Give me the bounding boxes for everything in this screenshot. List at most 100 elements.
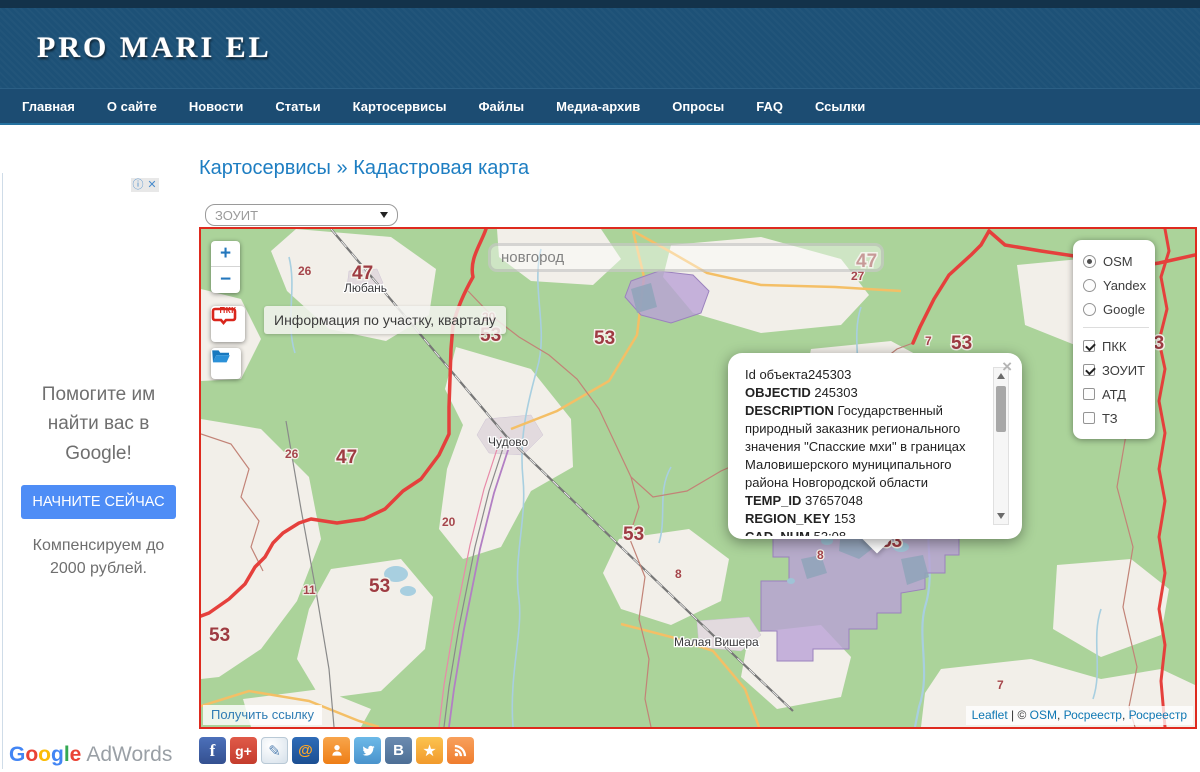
nav-item-links[interactable]: Ссылки bbox=[799, 99, 881, 114]
layers-control: OSM Yandex Google ПКК ЗОУИТ АТД ТЗ bbox=[1073, 240, 1155, 439]
facebook-icon[interactable]: f bbox=[199, 737, 226, 764]
overlay-label: АТД bbox=[1102, 386, 1126, 402]
ad-close-icon[interactable]: ✕ bbox=[145, 178, 159, 192]
mailru-icon[interactable]: @ bbox=[292, 737, 319, 764]
nav-item-map-services[interactable]: Картосервисы bbox=[337, 99, 463, 114]
popup-field-value: 37657048 bbox=[801, 493, 863, 508]
feature-popup: Id объекта245303 OBJECTID 245303 DESCRIP… bbox=[728, 353, 1022, 554]
svg-text:26: 26 bbox=[285, 447, 299, 461]
svg-text:53: 53 bbox=[594, 328, 615, 349]
zoom-control: + − bbox=[211, 241, 240, 293]
open-layers-button[interactable] bbox=[211, 348, 241, 379]
odnoklassniki-icon[interactable] bbox=[323, 737, 350, 764]
popup-field-value: 53:08 bbox=[810, 529, 847, 536]
nav-item-files[interactable]: Файлы bbox=[462, 99, 540, 114]
svg-text:47: 47 bbox=[336, 447, 357, 468]
leaflet-link[interactable]: Leaflet bbox=[972, 708, 1008, 722]
overlay-pkk[interactable]: ПКК bbox=[1083, 334, 1149, 358]
popup-field-label: CAD_NUM bbox=[745, 529, 810, 536]
popup-field-label: REGION_KEY bbox=[745, 511, 831, 526]
svg-text:7: 7 bbox=[997, 678, 1004, 692]
favorites-star-icon[interactable]: ★ bbox=[416, 737, 443, 764]
popup-field-value: 153 bbox=[830, 511, 856, 526]
svg-text:26: 26 bbox=[298, 264, 312, 278]
nav-item-home[interactable]: Главная bbox=[22, 99, 91, 114]
base-layer-yandex[interactable]: Yandex bbox=[1083, 273, 1149, 297]
breadcrumb-section-link[interactable]: Картосервисы bbox=[199, 157, 331, 179]
nav-item-news[interactable]: Новости bbox=[173, 99, 260, 114]
nav-item-articles[interactable]: Статьи bbox=[259, 99, 336, 114]
rosreestr-link[interactable]: Росреестр bbox=[1129, 708, 1187, 722]
overlay-atd[interactable]: АТД bbox=[1083, 382, 1149, 406]
layer-select-dropdown[interactable]: ЗОУИТ bbox=[205, 204, 398, 226]
osm-link[interactable]: OSM bbox=[1030, 708, 1057, 722]
nav-item-polls[interactable]: Опросы bbox=[656, 99, 740, 114]
svg-text:53: 53 bbox=[951, 333, 972, 354]
overlay-label: ЗОУИТ bbox=[1102, 362, 1146, 378]
breadcrumb: Картосервисы » Кадастровая карта bbox=[199, 157, 1200, 183]
overlay-label: ТЗ bbox=[1102, 410, 1118, 426]
adchoices: ⓘ ✕ bbox=[131, 178, 159, 192]
search-input[interactable] bbox=[491, 249, 881, 266]
ad-subtext: Компенсируем до 2000 рублей. bbox=[32, 537, 165, 577]
logo-letter: e bbox=[69, 743, 82, 766]
base-layer-label: Yandex bbox=[1103, 277, 1147, 293]
radio-icon[interactable] bbox=[1083, 278, 1096, 292]
vkontakte-icon[interactable]: В bbox=[385, 737, 412, 764]
svg-text:8: 8 bbox=[675, 567, 682, 581]
layers-separator bbox=[1083, 327, 1149, 328]
google-adwords-logo[interactable]: Google AdWords bbox=[9, 743, 172, 767]
nav-item-media-archive[interactable]: Медиа-архив bbox=[540, 99, 656, 114]
overlay-tz[interactable]: ТЗ bbox=[1083, 406, 1149, 430]
checkbox-icon[interactable] bbox=[1083, 412, 1095, 424]
ad-headline: Помогите им найти вас в Google! bbox=[41, 384, 156, 464]
svg-text:Чудово: Чудово bbox=[488, 435, 529, 449]
base-layer-osm[interactable]: OSM bbox=[1083, 249, 1149, 273]
pkk-info-button[interactable]: ПКК bbox=[211, 306, 245, 342]
twitter-icon[interactable] bbox=[354, 737, 381, 764]
popup-field-label: DESCRIPTION bbox=[745, 403, 834, 418]
popup-field-label: OBJECTID bbox=[745, 385, 811, 400]
livejournal-icon[interactable]: ✎ bbox=[261, 737, 288, 764]
base-layer-label: Google bbox=[1103, 301, 1145, 317]
checkbox-icon[interactable] bbox=[1083, 364, 1095, 376]
rss-icon[interactable] bbox=[447, 737, 474, 764]
scroll-down-icon[interactable] bbox=[994, 510, 1008, 523]
radio-icon[interactable] bbox=[1083, 302, 1096, 316]
popup-scrollbar[interactable] bbox=[993, 367, 1009, 525]
top-strip bbox=[0, 0, 1200, 8]
svg-text:7: 7 bbox=[925, 334, 932, 348]
site-logo: PRO MARI EL bbox=[37, 31, 272, 64]
popup-field-value: 245303 bbox=[807, 367, 852, 382]
radio-icon[interactable] bbox=[1083, 254, 1096, 268]
content-area: ⓘ ✕ Помогите им найти вас в Google! НАЧН… bbox=[0, 157, 1200, 772]
nav-item-faq[interactable]: FAQ bbox=[740, 99, 799, 114]
scroll-thumb[interactable] bbox=[996, 386, 1006, 432]
svg-text:11: 11 bbox=[303, 583, 316, 597]
get-link-button[interactable]: Получить ссылку bbox=[203, 705, 323, 725]
layer-select-value: ЗОУИТ bbox=[215, 207, 259, 223]
overlay-zouit[interactable]: ЗОУИТ bbox=[1083, 358, 1149, 382]
base-layer-google[interactable]: Google bbox=[1083, 297, 1149, 321]
rosreestr-link[interactable]: Росреестр bbox=[1064, 708, 1122, 722]
svg-text:8: 8 bbox=[817, 548, 824, 562]
breadcrumb-separator: » bbox=[336, 157, 348, 179]
svg-text:Любань: Любань bbox=[344, 281, 387, 295]
popup-body: Id объекта245303 OBJECTID 245303 DESCRIP… bbox=[728, 353, 1022, 539]
nav-item-about[interactable]: О сайте bbox=[91, 99, 173, 114]
attribution-text: , bbox=[1121, 708, 1129, 722]
pkk-tooltip: Информация по участку, кварталу bbox=[264, 306, 506, 334]
checkbox-icon[interactable] bbox=[1083, 388, 1095, 400]
ad-info-icon[interactable]: ⓘ bbox=[131, 178, 145, 192]
main-nav: Главная О сайте Новости Статьи Картосерв… bbox=[0, 88, 1200, 125]
ad-cta-button[interactable]: НАЧНИТЕ СЕЙЧАС bbox=[21, 485, 176, 520]
map-container[interactable]: 26 47 Любань 20 53 53 47 27 7 53 53 26 4… bbox=[199, 227, 1197, 729]
popup-field-label: Id объекта bbox=[745, 367, 808, 382]
checkbox-icon[interactable] bbox=[1083, 340, 1095, 352]
main-column: Картосервисы » Кадастровая карта ЗОУИТ 2… bbox=[199, 157, 1200, 764]
google-plus-icon[interactable]: g+ bbox=[230, 737, 257, 764]
zoom-in-button[interactable]: + bbox=[211, 241, 240, 267]
popup-close-icon[interactable]: × bbox=[1002, 358, 1012, 375]
svg-text:53: 53 bbox=[209, 625, 230, 646]
zoom-out-button[interactable]: − bbox=[211, 267, 240, 293]
